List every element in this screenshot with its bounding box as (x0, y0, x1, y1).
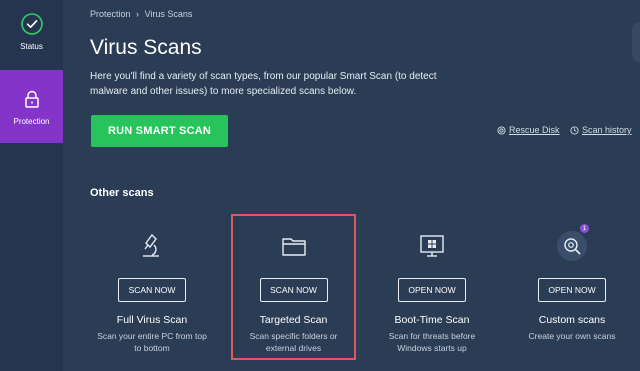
card-description: Create your own scans (528, 331, 616, 341)
run-smart-scan-button[interactable]: RUN SMART SCAN (91, 115, 228, 147)
breadcrumb-separator: › (136, 9, 140, 19)
scan-history-label: Scan history (582, 125, 632, 135)
folder-icon (281, 238, 306, 256)
clock-icon (570, 125, 579, 135)
gear-search-icon (564, 238, 581, 255)
full-scan-button[interactable]: SCAN NOW (118, 278, 186, 302)
scan-card-full-virus: SCAN NOW Full Virus Scan Scan your entir… (90, 214, 214, 360)
rescue-disk-label: Rescue Disk (509, 125, 560, 135)
scan-card-custom: 1 OPEN NOW Custom scans Create your own … (510, 214, 634, 360)
monitor-windows-icon (420, 235, 444, 257)
other-scans-heading: Other scans (90, 187, 154, 199)
page-intro: Here you'll find a variety of scan types… (90, 71, 437, 97)
page-title: Virus Scans (90, 36, 202, 59)
sidebar-item-status[interactable]: Status (0, 0, 63, 68)
sidebar-item-protection[interactable]: Protection (0, 70, 63, 143)
boot-time-open-button[interactable]: OPEN NOW (398, 278, 466, 302)
custom-scans-open-button[interactable]: OPEN NOW (538, 278, 606, 302)
sidebar: Status Protection (0, 0, 63, 371)
scan-card-targeted: SCAN NOW Targeted Scan Scan specific fol… (231, 214, 356, 360)
custom-scans-badge: 1 (580, 224, 589, 233)
card-title: Custom scans (538, 314, 606, 326)
app-window: Status Protection Protection › Virus Sca… (0, 0, 640, 371)
targeted-scan-button[interactable]: SCAN NOW (259, 278, 328, 302)
breadcrumb-current: Virus Scans (144, 9, 193, 19)
lifebuoy-icon (497, 125, 506, 135)
sidebar-item-label: Status (20, 42, 43, 51)
lock-icon (24, 90, 39, 108)
microscope-icon (143, 233, 159, 257)
check-circle-icon (20, 13, 43, 35)
card-description: Scan specific folders or external drives (249, 331, 338, 353)
scan-history-link[interactable]: Scan history (570, 125, 632, 135)
scan-card-boot-time: OPEN NOW Boot-Time Scan Scan for threats… (370, 214, 494, 360)
breadcrumb-link-protection[interactable]: Protection (90, 9, 131, 19)
sidebar-item-label: Protection (13, 117, 50, 126)
card-description: Scan for threats before Windows starts u… (388, 331, 476, 353)
card-title: Full Virus Scan (116, 314, 188, 326)
rescue-disk-link[interactable]: Rescue Disk (497, 125, 560, 135)
card-title: Boot-Time Scan (394, 314, 470, 326)
card-title: Targeted Scan (259, 314, 328, 326)
scrollbar-handle[interactable] (632, 22, 640, 62)
breadcrumb: Protection › Virus Scans (90, 9, 195, 19)
main-content: Protection › Virus Scans Virus Scans Her… (63, 0, 640, 371)
card-description: Scan your entire PC from top to bottom (97, 331, 207, 353)
